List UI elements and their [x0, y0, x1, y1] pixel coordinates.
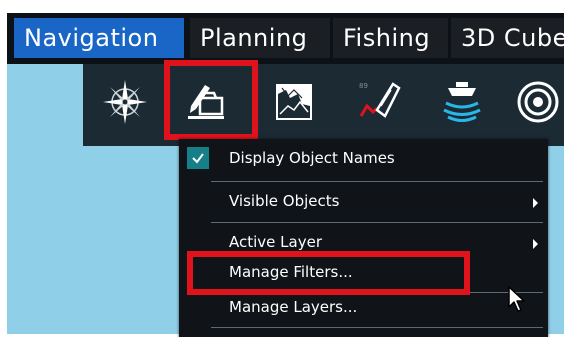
chart-map-icon: [276, 84, 312, 120]
chart-map-button[interactable]: [268, 76, 320, 128]
menu-item-label: Manage Filters...: [229, 263, 353, 281]
menu-separator: [211, 327, 543, 328]
vessel-track-button[interactable]: 89: [355, 76, 407, 128]
tab-planning-label: Planning: [200, 24, 308, 52]
menu-item-display-object-names[interactable]: Display Object Names: [179, 139, 548, 177]
svg-text:89: 89: [359, 82, 368, 90]
screenshot-canvas: Navigation Planning Fishing 3D Cube 89 D…: [0, 0, 564, 337]
menu-item-label: Display Object Names: [229, 149, 395, 167]
menu-item-label: Visible Objects: [229, 192, 340, 210]
toolbar: [83, 64, 564, 146]
radar-target-button[interactable]: [512, 76, 564, 128]
menu-item-label: Manage Layers...: [229, 298, 358, 316]
checkmark-icon: [187, 147, 209, 169]
compass-rose-icon: [103, 80, 147, 124]
sonar-boat-icon: [443, 82, 481, 122]
vessel-track-icon: 89: [359, 82, 401, 118]
menu-item-manage-filters[interactable]: Manage Filters...: [179, 253, 548, 291]
context-menu: Display Object Names Visible Objects Act…: [179, 139, 548, 337]
object-editor-button[interactable]: [181, 76, 233, 128]
tab-3d-cube[interactable]: 3D Cube: [451, 18, 564, 58]
object-editor-icon: [188, 85, 224, 119]
tab-navigation[interactable]: Navigation: [14, 18, 187, 58]
tab-fishing[interactable]: Fishing: [333, 18, 451, 58]
tab-navigation-label: Navigation: [24, 24, 159, 52]
tab-planning[interactable]: Planning: [190, 18, 333, 58]
menu-item-manage-layers[interactable]: Manage Layers...: [179, 288, 548, 326]
sonar-boat-button[interactable]: [436, 76, 488, 128]
menu-item-visible-objects[interactable]: Visible Objects: [179, 182, 548, 220]
radar-target-icon: [517, 81, 559, 123]
tab-3d-cube-label: 3D Cube: [461, 24, 564, 52]
submenu-arrow-icon: [533, 198, 538, 208]
tab-fishing-label: Fishing: [343, 24, 431, 52]
compass-rose-button[interactable]: [99, 76, 151, 128]
submenu-arrow-icon: [533, 239, 538, 249]
